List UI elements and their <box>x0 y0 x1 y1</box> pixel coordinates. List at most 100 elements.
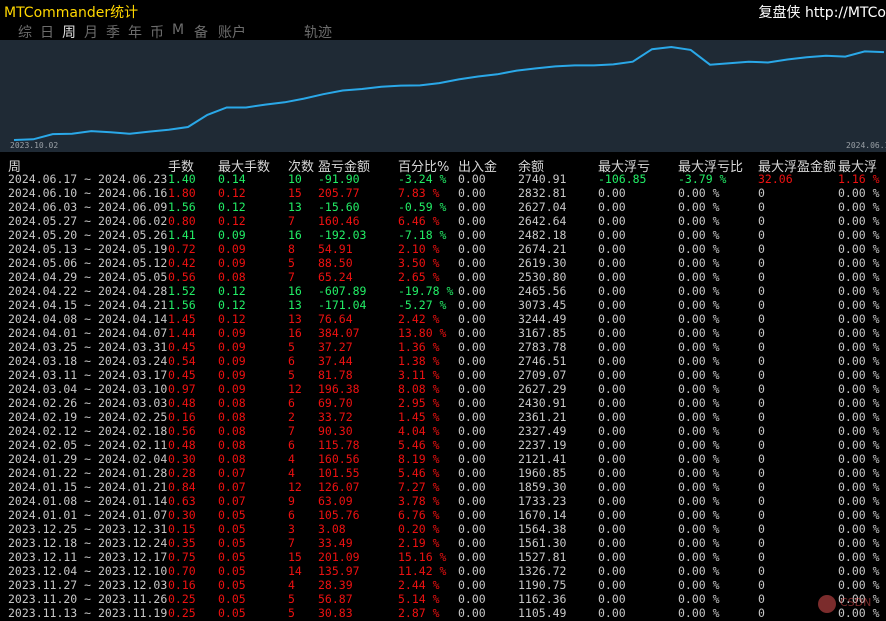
cell-pnl: 205.77 <box>318 186 360 200</box>
tab-1[interactable]: 日 <box>40 22 54 42</box>
cell-maxlot: 0.05 <box>218 564 246 578</box>
cell-io: 0.00 <box>458 438 486 452</box>
equity-chart-svg <box>13 45 885 141</box>
cell-date: 2024.05.06 ~ 2024.05.12 <box>8 256 168 270</box>
table-row[interactable]: 2024.03.25 ~ 2024.03.31 0.45 0.09 5 37.27 1.3… <box>0 340 886 354</box>
cell-bal: 2465.56 <box>518 284 567 298</box>
cell-mdd: 0.00 <box>598 424 626 438</box>
cell-pct: 5.46 % <box>398 466 440 480</box>
tab-3[interactable]: 月 <box>84 22 98 42</box>
tab-0[interactable]: 综 <box>18 22 32 42</box>
table-row[interactable]: 2023.11.20 ~ 2023.11.26 0.25 0.05 5 56.87 5.1… <box>0 592 886 606</box>
table-row[interactable]: 2023.12.04 ~ 2023.12.10 0.70 0.05 14 135.97 1… <box>0 564 886 578</box>
cell-maxlot: 0.08 <box>218 396 246 410</box>
cell-pct: 1.36 % <box>398 340 440 354</box>
table-row[interactable]: 2024.05.13 ~ 2024.05.19 0.72 0.09 8 54.91 2.1… <box>0 242 886 256</box>
table-row[interactable]: 2024.05.27 ~ 2024.06.02 0.80 0.12 7 160.46 6.… <box>0 214 886 228</box>
table-row[interactable]: 2024.03.04 ~ 2024.03.10 0.97 0.09 12 196.38 8… <box>0 382 886 396</box>
cell-mdd: 0.00 <box>598 592 626 606</box>
table-row[interactable]: 2023.12.11 ~ 2023.12.17 0.75 0.05 15 201.09 1… <box>0 550 886 564</box>
table-row[interactable]: 2024.02.26 ~ 2024.03.03 0.48 0.08 6 69.70 2.9… <box>0 396 886 410</box>
table-row[interactable]: 2023.11.27 ~ 2023.12.03 0.16 0.05 4 28.39 2.4… <box>0 578 886 592</box>
table-row[interactable]: 2023.11.13 ~ 2023.11.19 0.25 0.05 5 30.83 2.8… <box>0 606 886 620</box>
table-row[interactable]: 2024.01.08 ~ 2024.01.14 0.63 0.07 9 63.09 3.7… <box>0 494 886 508</box>
table-row[interactable]: 2024.04.01 ~ 2024.04.07 1.44 0.09 16 384.07 1… <box>0 326 886 340</box>
table-row[interactable]: 2023.12.25 ~ 2023.12.31 0.15 0.05 3 3.08 0.20… <box>0 522 886 536</box>
table-row[interactable]: 2024.01.29 ~ 2024.02.04 0.30 0.08 4 160.56 8.… <box>0 452 886 466</box>
cell-lots: 0.56 <box>168 270 196 284</box>
cell-bal: 2327.49 <box>518 424 567 438</box>
cell-mddp: 0.00 % <box>678 270 720 284</box>
cell-pnl: -607.89 <box>318 284 367 298</box>
cell-mfe: 0 <box>758 242 765 256</box>
tab-5[interactable]: 年 <box>128 22 142 42</box>
table-row[interactable]: 2024.03.11 ~ 2024.03.17 0.45 0.09 5 81.78 3.1… <box>0 368 886 382</box>
table-row[interactable]: 2024.01.22 ~ 2024.01.28 0.28 0.07 4 101.55 5.… <box>0 466 886 480</box>
cell-lots: 0.30 <box>168 452 196 466</box>
table-row[interactable]: 2024.06.03 ~ 2024.06.09 1.56 0.12 13 -15.60 -… <box>0 200 886 214</box>
table-row[interactable]: 2024.03.18 ~ 2024.03.24 0.54 0.09 6 37.44 1.3… <box>0 354 886 368</box>
cell-mfe: 32.06 <box>758 172 793 186</box>
table-row[interactable]: 2024.02.19 ~ 2024.02.25 0.16 0.08 2 33.72 1.4… <box>0 410 886 424</box>
cell-io: 0.00 <box>458 564 486 578</box>
table-row[interactable]: 2024.01.01 ~ 2024.01.07 0.30 0.05 6 105.76 6.… <box>0 508 886 522</box>
cell-date: 2024.06.17 ~ 2024.06.23 <box>8 172 168 186</box>
cell-maxlot: 0.09 <box>218 354 246 368</box>
cell-mddp: 0.00 % <box>678 326 720 340</box>
cell-lots: 0.56 <box>168 424 196 438</box>
table-row[interactable]: 2024.06.17 ~ 2024.06.23 1.40 0.14 10 -91.90 -… <box>0 172 886 186</box>
cell-maxlot: 0.12 <box>218 186 246 200</box>
cell-pnl: 115.78 <box>318 438 360 452</box>
cell-maxlot: 0.05 <box>218 592 246 606</box>
cell-bal: 2642.64 <box>518 214 567 228</box>
cell-cnt: 7 <box>288 424 295 438</box>
cell-bal: 1733.23 <box>518 494 567 508</box>
table-row[interactable]: 2024.02.12 ~ 2024.02.18 0.56 0.08 7 90.30 4.0… <box>0 424 886 438</box>
cell-mddp: 0.00 % <box>678 242 720 256</box>
cell-pct: -0.59 % <box>398 200 447 214</box>
cell-pct: -19.78 % <box>398 284 454 298</box>
table-row[interactable]: 2024.05.06 ~ 2024.05.12 0.42 0.09 5 88.50 3.5… <box>0 256 886 270</box>
cell-mddp: 0.00 % <box>678 410 720 424</box>
cell-pct: 5.14 % <box>398 592 440 606</box>
cell-io: 0.00 <box>458 480 486 494</box>
tab-2[interactable]: 周 <box>62 22 76 42</box>
tab-4[interactable]: 季 <box>106 22 120 42</box>
table-row[interactable]: 2024.04.22 ~ 2024.04.28 1.52 0.12 16 -607.89… <box>0 284 886 298</box>
cell-cnt: 8 <box>288 242 295 256</box>
cell-mfep: 0.00 % <box>838 256 880 270</box>
cell-maxlot: 0.08 <box>218 410 246 424</box>
table-row[interactable]: 2023.12.18 ~ 2023.12.24 0.35 0.05 7 33.49 2.1… <box>0 536 886 550</box>
table-row[interactable]: 2024.06.10 ~ 2024.06.16 1.80 0.12 15 205.77 7… <box>0 186 886 200</box>
cell-pct: 6.46 % <box>398 214 440 228</box>
cell-bal: 2674.21 <box>518 242 567 256</box>
table-row[interactable]: 2024.04.15 ~ 2024.04.21 1.56 0.12 13 -171.04… <box>0 298 886 312</box>
cell-mdd: 0.00 <box>598 242 626 256</box>
cell-maxlot: 0.05 <box>218 536 246 550</box>
cell-mfe: 0 <box>758 200 765 214</box>
cell-mdd: 0.00 <box>598 452 626 466</box>
cell-bal: 1190.75 <box>518 578 567 592</box>
cell-pnl: 76.64 <box>318 312 353 326</box>
tab-10[interactable]: 轨迹 <box>304 22 332 42</box>
tab-7[interactable]: M <box>172 22 184 38</box>
cell-io: 0.00 <box>458 228 486 242</box>
table-row[interactable]: 2024.05.20 ~ 2024.05.26 1.41 0.09 16 -192.03… <box>0 228 886 242</box>
tab-8[interactable]: 备 <box>194 22 208 42</box>
cell-pnl: 90.30 <box>318 424 353 438</box>
cell-mfe: 0 <box>758 270 765 284</box>
cell-io: 0.00 <box>458 424 486 438</box>
tab-9[interactable]: 账户 <box>218 22 246 42</box>
tab-6[interactable]: 币 <box>150 22 164 42</box>
table-row[interactable]: 2024.04.08 ~ 2024.04.14 1.45 0.12 13 76.64 2.… <box>0 312 886 326</box>
cell-bal: 3244.49 <box>518 312 567 326</box>
brand-link[interactable]: 复盘侠 http://MTCo <box>759 2 886 22</box>
cell-mfep: 0.00 % <box>838 214 880 228</box>
cell-date: 2024.01.08 ~ 2024.01.14 <box>8 494 168 508</box>
table-row[interactable]: 2024.01.15 ~ 2024.01.21 0.84 0.07 12 126.07 7… <box>0 480 886 494</box>
cell-date: 2024.04.15 ~ 2024.04.21 <box>8 298 168 312</box>
table-row[interactable]: 2024.04.29 ~ 2024.05.05 0.56 0.08 7 65.24 2.6… <box>0 270 886 284</box>
cell-mfe: 0 <box>758 578 765 592</box>
table-row[interactable]: 2024.02.05 ~ 2024.02.11 0.48 0.08 6 115.78 5.… <box>0 438 886 452</box>
cell-io: 0.00 <box>458 214 486 228</box>
